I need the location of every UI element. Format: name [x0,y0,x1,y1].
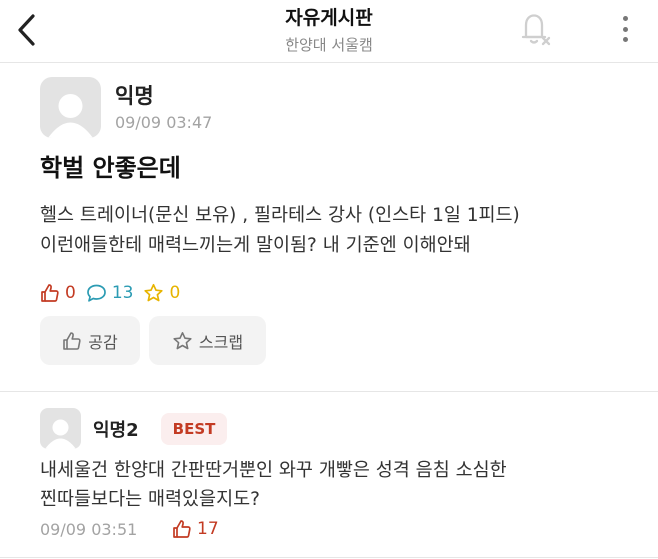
scrap-button[interactable]: 스크랩 [149,316,266,365]
post-author: 익명 [115,84,154,108]
comment-body-line: 찐따들보다는 매력있을지도? [40,489,260,510]
comment-count: 13 [86,283,133,303]
default-avatar-icon [45,419,76,449]
campus-subtitle: 한양대 서울캠 [285,36,373,54]
comment-timestamp: 09/09 03:51 [40,520,138,539]
comment-icon [86,284,106,302]
post-body-line: 헬스 트레이너(문신 보유) , 필라테스 강사 (인스타 1일 1피드) [40,205,520,226]
more-icon [622,16,628,21]
header-divider [0,62,658,63]
notification-toggle[interactable] [517,10,553,48]
comment-divider [0,557,658,558]
like-button[interactable]: 공감 [40,316,140,365]
board-title: 자유게시판 [285,7,373,29]
header-titles: 자유게시판 한양대 서울캠 [0,6,658,54]
post-stats: 0 13 0 [40,283,190,303]
post-author-avatar [40,77,101,138]
top-bar: 자유게시판 한양대 서울캠 [0,0,658,62]
post-body-line: 이런애들한테 매력느끼는게 말이됨? 내 기준엔 이해안돼 [40,235,471,256]
star-icon [173,331,192,349]
like-button-label: 공감 [88,332,118,352]
scrap-button-label: 스크랩 [198,332,244,352]
more-button[interactable] [615,12,635,46]
thumbs-up-icon [41,284,59,302]
notification-off-icon [521,14,551,46]
thumbs-up-icon [173,520,191,538]
comment-author: 익명2 [93,420,139,441]
default-avatar-icon [48,94,93,138]
post-body: 헬스 트레이너(문신 보유) , 필라테스 강사 (인스타 1일 1피드) 이런… [40,201,650,261]
thumbs-up-icon [63,331,81,350]
post-timestamp: 09/09 03:47 [115,113,213,132]
post-title: 학벌 안좋은데 [40,154,181,182]
like-count: 0 [40,283,76,303]
star-icon [144,283,164,302]
comment-body-line: 내세울건 한양대 간판딴거뿐인 와꾸 개빻은 성격 음침 소심한 [40,460,507,481]
best-badge: BEST [161,413,227,445]
comment-author-avatar [40,408,81,449]
comment-body: 내세울건 한양대 간판딴거뿐인 와꾸 개빻은 성격 음침 소심한 찐따들보다는 … [40,456,650,514]
comment-like-count[interactable]: 17 [172,519,219,539]
post-divider [0,391,658,392]
scrap-count: 0 [143,283,180,303]
